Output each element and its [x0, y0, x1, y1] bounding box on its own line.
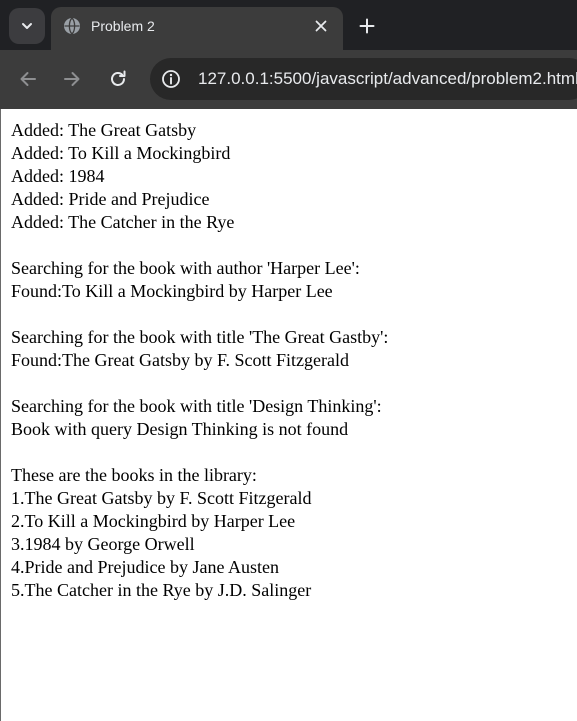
reload-icon [111, 70, 126, 86]
added-line: Added: The Great Gatsby [11, 120, 197, 140]
line-break [11, 303, 571, 326]
info-icon [162, 70, 180, 88]
forward-button[interactable] [56, 63, 88, 95]
url-text[interactable]: 127.0.0.1:5500/javascript/advanced/probl… [198, 68, 577, 90]
globe-icon [64, 17, 80, 35]
address-bar[interactable]: 127.0.0.1:5500/javascript/advanced/probl… [150, 58, 577, 100]
line-break [11, 234, 571, 257]
arrow-right-icon [64, 72, 80, 86]
library-book-item: 1.The Great Gatsby by F. Scott Fitzgeral… [11, 488, 312, 508]
search-missing-heading: Searching for the book with title 'Desig… [11, 396, 382, 416]
close-icon [315, 20, 327, 32]
back-button[interactable] [12, 63, 44, 95]
library-book-item: 3.1984 by George Orwell [11, 534, 195, 554]
search-missing-result: Book with query Design Thinking is not f… [11, 419, 349, 439]
browser-toolbar: 127.0.0.1:5500/javascript/advanced/probl… [0, 50, 577, 109]
search-author-result: Found:To Kill a Mockingbird by Harper Le… [11, 281, 333, 301]
tab-problem-2[interactable]: Problem 2 [51, 7, 343, 50]
browser-window: Problem 2 127.0.0.1:5500/javascript/adva… [0, 0, 577, 721]
arrow-left-icon [20, 72, 36, 86]
plus-icon [359, 18, 375, 34]
new-tab-button[interactable] [353, 12, 381, 40]
line-break [11, 372, 571, 395]
page-output: Added: The Great Gatsby Added: To Kill a… [11, 119, 571, 602]
added-line: Added: To Kill a Mockingbird [11, 143, 231, 163]
reload-button[interactable] [102, 63, 134, 95]
added-line: Added: Pride and Prejudice [11, 189, 210, 209]
library-book-item: 4.Pride and Prejudice by Jane Austen [11, 557, 279, 577]
tab-strip: Problem 2 [0, 0, 577, 50]
site-info-button[interactable] [160, 68, 182, 90]
line-break [11, 441, 571, 464]
library-book-item: 2.To Kill a Mockingbird by Harper Lee [11, 511, 296, 531]
tab-close-button[interactable] [311, 16, 331, 36]
library-heading: These are the books in the library: [11, 465, 257, 485]
tab-title: Problem 2 [91, 18, 155, 34]
page-viewport: Added: The Great Gatsby Added: To Kill a… [0, 109, 577, 721]
search-title-heading: Searching for the book with title 'The G… [11, 327, 389, 347]
added-line: Added: 1984 [11, 166, 105, 186]
chevron-down-icon [22, 23, 32, 29]
tab-search-button[interactable] [9, 8, 45, 44]
search-author-heading: Searching for the book with author 'Harp… [11, 258, 360, 278]
library-book-item: 5.The Catcher in the Rye by J.D. Salinge… [11, 580, 312, 600]
search-title-result: Found:The Great Gatsby by F. Scott Fitzg… [11, 350, 350, 370]
added-line: Added: The Catcher in the Rye [11, 212, 235, 232]
